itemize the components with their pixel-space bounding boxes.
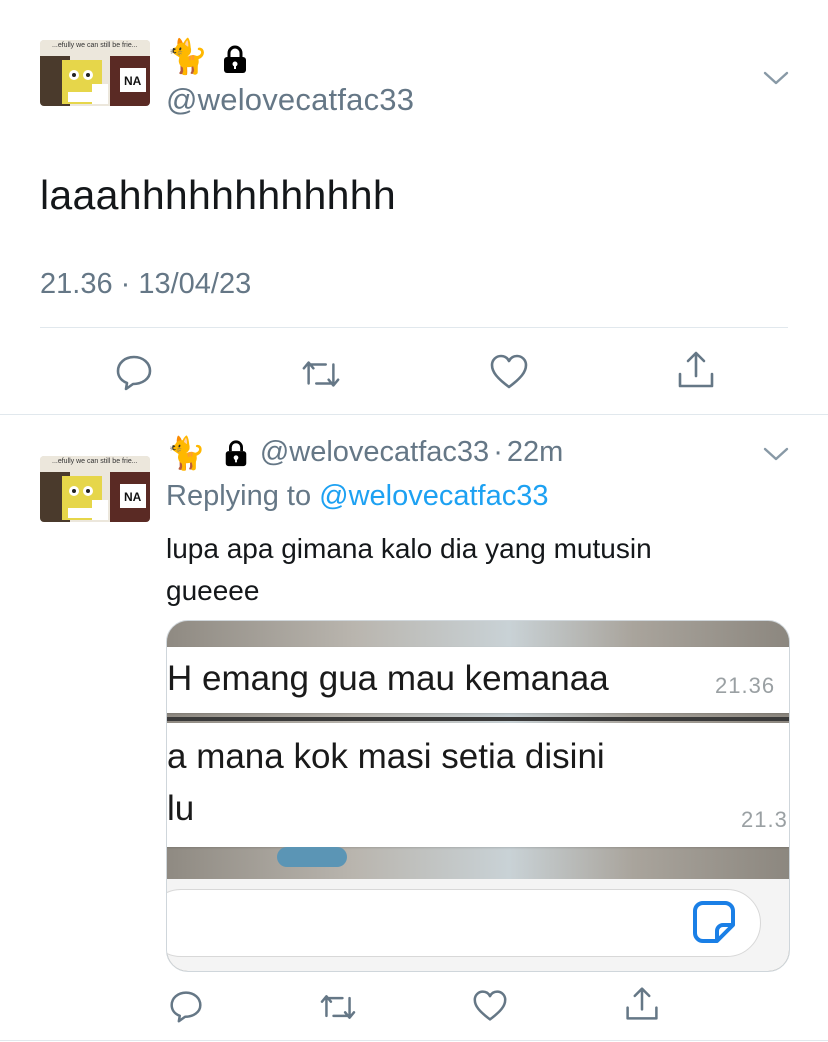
chat-message: a mana kok masi setia disini	[167, 737, 605, 776]
avatar-sign: NA	[124, 74, 142, 88]
lock-icon	[222, 439, 250, 467]
handle[interactable]: @welovecatfac33	[166, 82, 414, 118]
reply-text: lupa apa gimana kalo dia yang mutusin gu…	[166, 528, 652, 612]
replying-prefix: Replying to	[166, 480, 312, 512]
replying-mention[interactable]: @welovecatfac33	[319, 480, 548, 512]
chat-time: 21.3	[741, 807, 788, 832]
media-image[interactable]: H emang gua mau kemanaa 21.36 a mana kok…	[166, 620, 790, 972]
lock-icon	[220, 44, 250, 79]
bubble-separator	[167, 717, 789, 721]
reply-header: 🐈 @welovecatfac33 · 22m	[166, 436, 563, 469]
timestamp[interactable]: 21.36 · 13/04/23	[40, 268, 251, 301]
chat-bubble: H emang gua mau kemanaa 21.36	[167, 647, 789, 713]
tweet-text: laaahhhhhhhhhhhh	[40, 172, 396, 218]
chat-bubble: a mana kok masi setia disini lu 21.3	[167, 723, 789, 847]
divider	[40, 327, 788, 328]
like-icon[interactable]	[470, 986, 510, 1026]
chat-message: H emang gua mau kemanaa	[167, 659, 609, 698]
avatar-caption: ...efully we can still be frie...	[52, 42, 138, 49]
media-background-shape	[277, 847, 347, 867]
avatar-sign: NA	[124, 490, 142, 504]
cat-emoji: 🐈	[166, 37, 209, 77]
retweet-icon[interactable]	[301, 354, 341, 394]
chat-time: 21.36	[715, 673, 776, 698]
share-icon[interactable]	[676, 350, 716, 390]
chat-input-field	[167, 889, 761, 957]
chevron-down-icon[interactable]	[763, 70, 789, 91]
share-icon[interactable]	[622, 984, 662, 1024]
handle[interactable]: @welovecatfac33	[260, 436, 489, 469]
chevron-down-icon[interactable]	[763, 446, 789, 467]
divider	[0, 1040, 828, 1041]
chat-message: lu	[167, 789, 195, 828]
chat-input-bar	[167, 879, 789, 971]
reply-icon[interactable]	[166, 986, 206, 1026]
like-icon[interactable]	[489, 352, 529, 392]
avatar[interactable]: ...efully we can still be frie... NA	[40, 456, 150, 522]
reply-text-line: lupa apa gimana kalo dia yang mutusin	[166, 533, 652, 564]
cat-emoji: 🐈	[166, 433, 206, 472]
avatar[interactable]: ...efully we can still be frie... NA	[40, 40, 150, 106]
retweet-icon[interactable]	[318, 987, 358, 1027]
replying-to: Replying to @welovecatfac33	[166, 480, 549, 513]
avatar-caption: ...efully we can still be frie...	[52, 458, 138, 465]
reply-icon[interactable]	[114, 352, 154, 392]
reply-text-line: gueeee	[166, 575, 260, 606]
tweet-age[interactable]: 22m	[507, 436, 563, 469]
divider	[0, 414, 828, 415]
separator: ·	[493, 436, 503, 468]
sticker-icon	[689, 897, 739, 952]
